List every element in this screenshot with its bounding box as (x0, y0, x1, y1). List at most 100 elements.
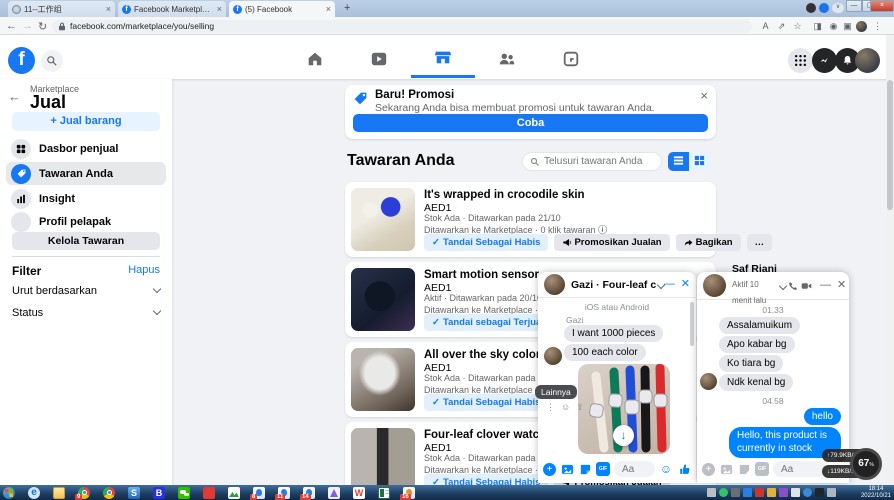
tray-icon[interactable] (779, 488, 788, 497)
chat-close-icon[interactable]: ✕ (837, 280, 846, 291)
photo-icon[interactable] (719, 462, 733, 476)
chat-message-input[interactable] (773, 461, 826, 477)
wechat-icon[interactable] (178, 486, 190, 499)
call-icon[interactable] (786, 279, 800, 293)
listing-image[interactable] (351, 268, 415, 331)
listing-image[interactable] (351, 188, 415, 251)
browser-update-icon[interactable] (819, 3, 829, 13)
reply-icon[interactable]: ⇧ (576, 402, 584, 413)
react-emoji-icon[interactable]: ☺ (561, 402, 570, 413)
menu-grid-button[interactable] (788, 48, 813, 73)
tray-icon[interactable] (803, 488, 812, 497)
scrollbar-thumb[interactable] (887, 80, 893, 210)
nav-tab-home[interactable] (283, 39, 347, 78)
memory-percent-badge[interactable]: 67% (850, 448, 882, 480)
mountain-app-icon[interactable] (228, 486, 240, 499)
close-banner-icon[interactable]: × (700, 88, 708, 103)
back-arrow-icon[interactable]: ← (8, 89, 21, 104)
sticker-icon[interactable] (737, 462, 751, 476)
sidebar-item-profil-pelapak[interactable]: Profil pelapak (6, 210, 166, 233)
refresh-icon[interactable]: ↻ (38, 20, 47, 33)
gif-icon[interactable]: GIF (596, 462, 610, 476)
tray-icon[interactable] (767, 488, 776, 497)
photo-icon[interactable] (560, 462, 574, 476)
video-call-icon[interactable] (800, 279, 814, 293)
create-listing-button[interactable]: + Jual barang (12, 112, 160, 131)
chat-header[interactable]: Gazi · Four-leaf clover watch — ✕ (538, 272, 696, 298)
download-image-button[interactable]: ↓ (613, 425, 634, 446)
wps-icon[interactable]: W (353, 486, 365, 499)
tray-icon[interactable] (743, 488, 752, 497)
listing-search[interactable] (522, 152, 662, 171)
profile-person-icon[interactable]: ◉ (828, 21, 839, 32)
sidebar-item-tawaran-anda[interactable]: Tawaran Anda (6, 162, 166, 185)
volume-icon[interactable] (815, 488, 824, 497)
browser-tab-2[interactable]: f Facebook Marketplace | Face × (118, 1, 226, 17)
excel-icon[interactable] (378, 486, 390, 499)
listing-title[interactable]: It's wrapped in crocodile skin (424, 189, 709, 201)
aliwangwang-icon[interactable]: 16 (400, 486, 415, 500)
blue-b-app-icon[interactable]: B (153, 486, 165, 499)
tray-icon[interactable] (755, 488, 764, 497)
listing-search-input[interactable] (544, 156, 654, 167)
promo-cta-button[interactable]: Coba (353, 114, 708, 132)
bookmark-star-icon[interactable]: ☆ (792, 21, 803, 32)
filter-status-row[interactable]: Status (12, 306, 162, 319)
extensions-puzzle-icon[interactable]: ◨ (812, 21, 823, 32)
purple-app-icon[interactable] (328, 486, 340, 499)
promote-button[interactable]: Promosikan Jualan (554, 234, 670, 251)
more-vertical-icon[interactable]: ⋮ (546, 402, 555, 413)
tray-icon[interactable] (719, 488, 728, 497)
more-options-button[interactable]: … (746, 234, 773, 251)
share-page-icon[interactable]: ⇗ (776, 21, 787, 32)
browser-menu-dots-icon[interactable]: ⋮ (872, 21, 883, 32)
listing-image[interactable] (351, 348, 415, 411)
back-icon[interactable]: ← (6, 20, 17, 32)
browser-profile-icon[interactable] (806, 3, 816, 13)
window-minimize-button[interactable]: — (846, 0, 862, 12)
sidebar-item-insight[interactable]: Insight (6, 187, 166, 210)
profile-avatar[interactable] (855, 48, 880, 73)
emoji-icon[interactable]: ☺ (659, 462, 673, 476)
list-view-toggle[interactable] (668, 152, 689, 171)
sticker-icon[interactable] (578, 462, 592, 476)
share-button[interactable]: Bagikan (675, 234, 741, 251)
network-speed-widget[interactable]: ↑79.9KB/s ↓119KB/s 67% (822, 448, 882, 480)
tray-icon[interactable] (731, 488, 740, 497)
red-app-icon[interactable] (203, 486, 215, 499)
network-icon[interactable] (827, 488, 836, 497)
sidebar-item-dasbor-penjual[interactable]: Dasbor penjual (6, 137, 166, 160)
chrome-icon[interactable]: 9 (75, 486, 90, 500)
aliwangwang-icon[interactable]: 8 (250, 486, 265, 500)
internet-explorer-icon[interactable]: e (28, 486, 40, 499)
chat-minimize-icon[interactable]: — (820, 280, 831, 291)
aliwangwang-icon[interactable]: 14 (300, 486, 315, 500)
new-tab-button[interactable]: + (344, 2, 350, 14)
chat-scrollbar-thumb[interactable] (690, 302, 694, 346)
chrome-icon-2[interactable] (103, 486, 115, 499)
chat-message-input[interactable] (614, 461, 655, 477)
nav-tab-groups[interactable] (475, 39, 539, 78)
messenger-button[interactable] (812, 48, 837, 73)
filter-sort-row[interactable]: Urut berdasarkan (12, 284, 162, 297)
browser-tab-active[interactable]: f (5) Facebook × (229, 1, 335, 17)
gif-icon[interactable]: GIF (755, 462, 769, 476)
browser-tab-1[interactable]: 11--工作组 × (8, 1, 115, 17)
plus-icon[interactable]: + (702, 462, 715, 476)
manage-listings-button[interactable]: Kelola Tawaran (12, 232, 160, 250)
side-panel-icon[interactable]: ▣ (842, 21, 853, 32)
start-button[interactable] (3, 486, 15, 499)
mark-sold-button[interactable]: ✓ Tandai sebagai Terjual (424, 314, 552, 331)
nav-tab-marketplace[interactable] (411, 39, 475, 78)
browser-avatar[interactable] (856, 21, 867, 32)
nav-tab-gaming[interactable] (539, 39, 603, 78)
taskbar-clock[interactable]: 18:14 2022/10/21 (861, 486, 891, 500)
window-close-button[interactable]: × (870, 0, 894, 12)
page-scrollbar[interactable] (886, 35, 894, 485)
chat-close-icon[interactable]: ✕ (681, 279, 690, 290)
tray-icon[interactable] (707, 488, 716, 497)
facebook-logo[interactable]: f (8, 47, 35, 74)
grid-view-toggle[interactable] (689, 152, 710, 171)
translate-icon[interactable]: A (760, 21, 771, 32)
address-bar[interactable]: facebook.com/marketplace/you/selling (52, 19, 752, 33)
